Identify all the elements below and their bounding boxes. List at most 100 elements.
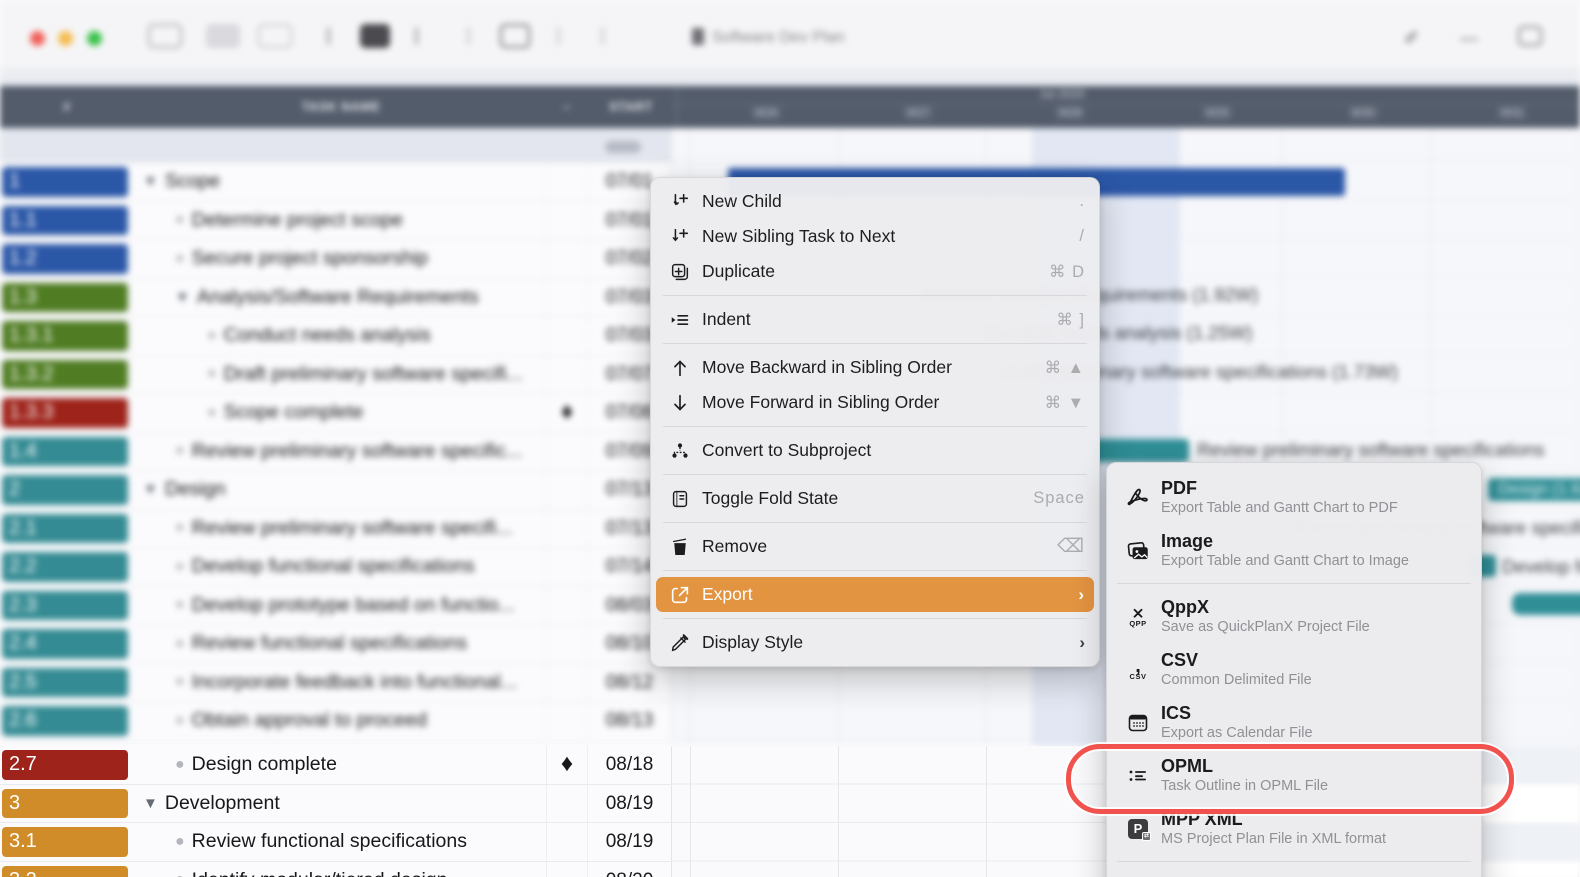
fold-toggle-icon[interactable]: ▼ (143, 173, 158, 190)
bullet-icon: ● (175, 558, 185, 576)
task-name: Secure project sponsorship (192, 247, 428, 270)
add-task-icon[interactable] (360, 24, 390, 48)
fold-toggle-icon[interactable]: ▼ (175, 289, 190, 306)
table-row[interactable]: 2.5●Incorporate feedback into functional… (0, 664, 672, 703)
submenu-item-pdf[interactable]: PDFExport Table and Gantt Chart to PDF (1107, 471, 1481, 524)
panel-view-icon[interactable] (258, 24, 292, 48)
row-id-badge: 1.3.2 (2, 360, 128, 390)
menu-item-display-style[interactable]: Display Style› (651, 625, 1099, 660)
table-row[interactable]: 2.3●Develop prototype based on functio..… (0, 587, 672, 626)
menu-item-new-child[interactable]: New Child. (651, 184, 1099, 219)
more-tools-icon[interactable] (600, 27, 605, 45)
menu-separator (663, 343, 1087, 344)
minimize-window-button[interactable] (58, 31, 73, 46)
milestone-cell (547, 356, 588, 394)
zoom-window-button[interactable] (87, 31, 102, 46)
table-view-icon[interactable] (148, 24, 182, 48)
menu-item-duplicate[interactable]: Duplicate⌘ D (651, 254, 1099, 289)
gantt-bar-label: Review preliminary software specificatio… (1197, 439, 1545, 461)
menu-item-move-forward[interactable]: Move Forward in Sibling Order⌘ ▼ (651, 385, 1099, 420)
start-date: 08/18 (588, 746, 672, 784)
submenu-item-qppx[interactable]: ⨯QPP QppXSave as QuickPlanX Project File (1107, 590, 1481, 643)
bullet-icon: ● (175, 833, 185, 851)
gantt-bar-design-summary[interactable]: Design (1.92W) (1488, 478, 1580, 501)
table-row[interactable]: 2.6●Obtain approval to proceed08/13 (0, 702, 672, 741)
milestone-cell (547, 433, 588, 471)
table-row[interactable]: 1.3.2●Draft preliminary software specifi… (0, 356, 672, 395)
table-row[interactable]: 1.3▼Analysis/Software Requirements07/03 (0, 279, 672, 318)
collapse-panel-icon[interactable]: — (1460, 28, 1478, 49)
bullet-icon: ● (175, 712, 185, 730)
column-header-milestone: – (563, 100, 571, 114)
gantt-bar-develop-prototype[interactable] (1512, 593, 1580, 615)
milestone-cell (547, 587, 588, 625)
table-row[interactable]: 2.1●Review preliminary software specifi.… (0, 510, 672, 549)
table-row[interactable]: 2.7●Design complete♦08/18 (0, 746, 672, 785)
new-sibling-icon (666, 225, 693, 249)
task-name: Review preliminary software specifi... (192, 517, 513, 540)
header-divider (676, 86, 678, 128)
table-row[interactable]: 1.3.3●Scope complete♦07/08 (0, 394, 672, 433)
milestone-cell (547, 471, 588, 509)
row-id-badge: 2.7 (2, 750, 128, 780)
task-name: Design complete (192, 753, 337, 776)
edit-icon[interactable]: ✐ (1404, 28, 1419, 49)
milestone-diamond: ♦ (547, 394, 588, 432)
table-row[interactable]: 1.4●Review preliminary software specific… (0, 433, 672, 472)
fold-toggle-icon[interactable]: ▼ (143, 481, 158, 498)
indent-icon[interactable] (414, 27, 419, 45)
menu-item-new-sibling[interactable]: New Sibling Task to Next/ (651, 219, 1099, 254)
toolbar-shadow-strip (0, 70, 1580, 86)
start-date: 08/20 (588, 862, 672, 877)
fold-toggle-icon[interactable]: ▼ (143, 795, 158, 812)
table-row[interactable]: 3.1●Review functional specifications08/1… (0, 823, 672, 862)
menu-separator (663, 522, 1087, 523)
submenu-item-csv[interactable]: ,CSV CSVCommon Delimited File (1107, 643, 1481, 696)
submenu-item-ics[interactable]: ICSExport as Calendar File (1107, 696, 1481, 749)
table-row[interactable]: 2▼Design07/13 (0, 471, 672, 510)
delete-task-icon[interactable] (500, 24, 530, 48)
table-row[interactable]: 3.2●Identify modular/tiered design...08/… (0, 862, 672, 877)
gantt-bar-review-preliminary[interactable] (1093, 439, 1189, 462)
menu-item-toggle-fold[interactable]: Toggle Fold StateSpace (651, 481, 1099, 516)
row-id-badge: 2.1 (2, 514, 128, 544)
task-name: Development (165, 792, 280, 815)
fold-state-icon (666, 487, 693, 511)
menu-item-indent[interactable]: Indent⌘ ] (651, 302, 1099, 337)
fullscreen-icon[interactable] (1518, 26, 1542, 46)
gantt-bar-label: Develop functional specifications (1502, 556, 1580, 578)
redo-icon[interactable] (556, 27, 561, 45)
menu-item-convert-subproject[interactable]: Convert to Subproject (651, 433, 1099, 468)
table-row[interactable]: 2.4●Review functional specifications08/1… (0, 625, 672, 664)
row-id-badge: 2.6 (2, 706, 128, 736)
submenu-separator (1117, 583, 1471, 584)
export-icon (666, 583, 693, 607)
close-window-button[interactable] (30, 31, 45, 46)
table-row[interactable]: 1.1●Determine project scope07/01 (0, 202, 672, 241)
table-row[interactable]: 1.2●Secure project sponsorship07/02 (0, 240, 672, 279)
menu-item-export[interactable]: Export› (656, 577, 1094, 612)
bullet-icon: ● (207, 404, 217, 422)
milestone-cell (547, 510, 588, 548)
submenu-item-image[interactable]: ImageExport Table and Gantt Chart to Ima… (1107, 524, 1481, 577)
new-child-icon (666, 190, 693, 214)
undo-icon[interactable] (466, 27, 471, 45)
ms-project-icon: P⇄ (1121, 819, 1155, 839)
task-name: Review functional specifications (192, 632, 467, 655)
table-row[interactable]: 3▼Development08/19 (0, 785, 672, 824)
menu-item-remove[interactable]: Remove⌫ (651, 529, 1099, 564)
table-row[interactable]: 2.2●Develop functional specifications07/… (0, 548, 672, 587)
gantt-week-label: W28 (1055, 106, 1086, 120)
paintbrush-icon (666, 631, 693, 655)
table-row[interactable]: 1.3.1●Conduct needs analysis07/03 (0, 317, 672, 356)
task-name: Scope (165, 170, 220, 193)
menu-separator (663, 426, 1087, 427)
outdent-icon[interactable] (326, 27, 331, 45)
menu-separator (663, 618, 1087, 619)
menu-item-move-backward[interactable]: Move Backward in Sibling Order⌘ ▲ (651, 350, 1099, 385)
table-row[interactable]: 1▼Scope07/01 (0, 163, 672, 202)
gantt-header-line (672, 104, 1580, 105)
row-id-badge: 2 (2, 475, 128, 505)
submenu-chevron-icon: › (1079, 633, 1085, 653)
chart-view-icon[interactable] (206, 24, 240, 48)
